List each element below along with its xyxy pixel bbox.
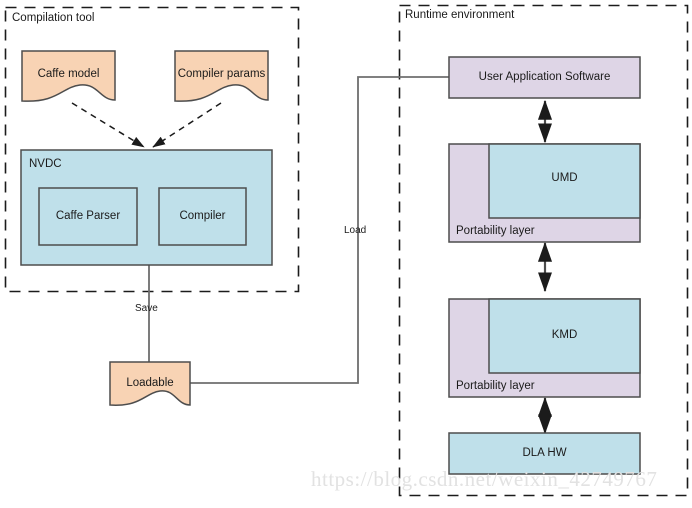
- node-kmd-portability-layer-label: Portability layer: [456, 380, 535, 392]
- edge-label-save: Save: [135, 303, 158, 314]
- node-umd-portability-layer-label: Portability layer: [456, 225, 535, 237]
- node-loadable-label: Loadable: [126, 377, 174, 389]
- watermark-text: https://blog.csdn.net/weixin_42749767: [311, 467, 658, 491]
- arrow-compiler-params-to-nvdc: [152, 102, 222, 148]
- node-caffe-parser-label: Caffe Parser: [55, 210, 121, 222]
- diagram-canvas: Compilation tool Runtime environment Caf…: [0, 0, 692, 508]
- node-compiler-params-label: Compiler params: [177, 68, 266, 80]
- runtime-environment-group-label: Runtime environment: [405, 9, 515, 21]
- node-compiler-label: Compiler: [179, 210, 226, 222]
- node-kmd-label: KMD: [551, 329, 578, 341]
- compilation-tool-group-label: Compilation tool: [12, 12, 95, 24]
- node-user-application-software-label: User Application Software: [478, 71, 611, 83]
- node-caffe-model-label: Caffe model: [37, 68, 100, 80]
- arrow-caffe-model-to-nvdc: [71, 102, 145, 148]
- edge-label-load: Load: [344, 225, 367, 236]
- node-umd-label: UMD: [551, 172, 578, 184]
- node-dla-hw-label: DLA HW: [522, 447, 567, 459]
- node-nvdc-label: NVDC: [29, 158, 62, 170]
